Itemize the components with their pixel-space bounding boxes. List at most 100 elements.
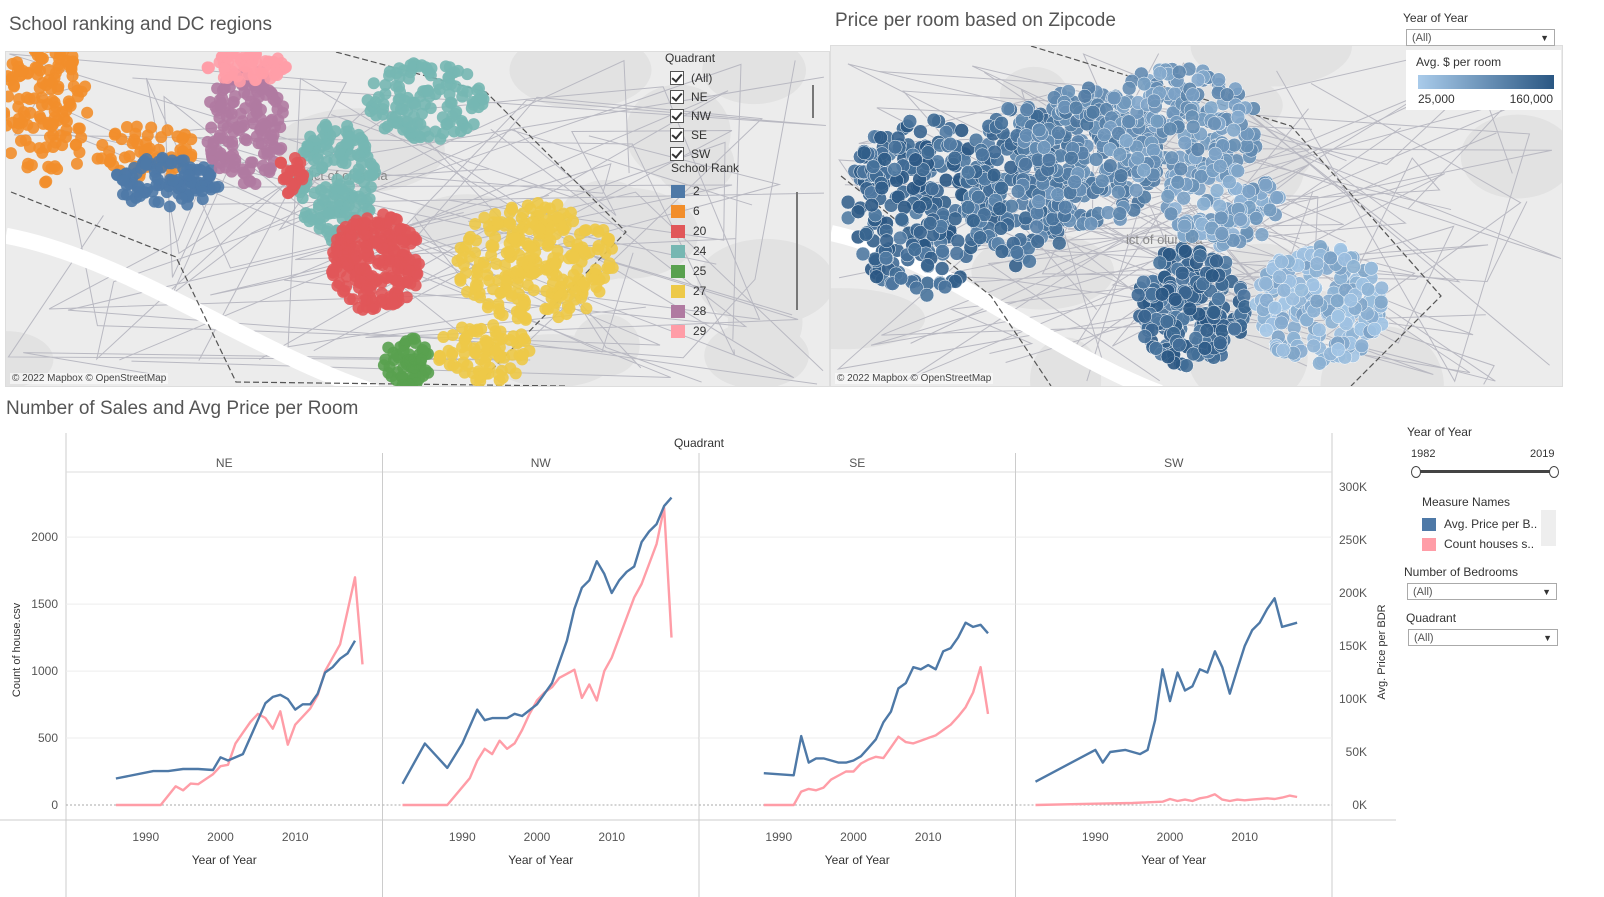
school-point[interactable]	[267, 129, 280, 142]
price-point[interactable]	[1312, 356, 1327, 371]
price-point[interactable]	[864, 197, 879, 213]
school-point[interactable]	[393, 62, 406, 75]
school-point[interactable]	[281, 165, 294, 178]
price-point[interactable]	[1031, 194, 1046, 209]
school-point[interactable]	[464, 230, 477, 243]
school-point[interactable]	[425, 62, 438, 75]
price-point[interactable]	[1309, 293, 1325, 309]
price-point[interactable]	[1163, 206, 1179, 222]
school-point[interactable]	[533, 223, 546, 236]
school-point[interactable]	[551, 211, 564, 224]
price-point[interactable]	[1052, 235, 1067, 251]
school-point[interactable]	[355, 157, 368, 170]
checkbox-icon[interactable]	[670, 108, 684, 123]
school-point[interactable]	[277, 100, 290, 113]
school-point[interactable]	[508, 232, 521, 245]
school-point[interactable]	[229, 153, 242, 166]
school-point[interactable]	[312, 202, 325, 215]
school-point[interactable]	[446, 329, 459, 342]
price-point[interactable]	[1259, 323, 1274, 338]
school-point[interactable]	[486, 240, 499, 253]
price-point[interactable]	[1097, 127, 1112, 143]
price-point[interactable]	[1248, 211, 1264, 226]
school-point[interactable]	[367, 77, 380, 90]
price-point[interactable]	[1212, 335, 1228, 350]
series-line-avg-price-sw[interactable]	[1034, 597, 1298, 783]
price-point[interactable]	[1275, 342, 1291, 358]
school-point[interactable]	[36, 146, 49, 159]
price-point[interactable]	[1085, 105, 1101, 120]
school-point[interactable]	[377, 359, 390, 372]
school-point[interactable]	[494, 287, 507, 300]
school-point[interactable]	[494, 325, 507, 338]
price-point[interactable]	[1064, 150, 1079, 166]
price-point[interactable]	[1152, 255, 1168, 270]
school-point[interactable]	[341, 136, 354, 149]
price-point[interactable]	[1274, 254, 1289, 270]
price-point[interactable]	[1211, 72, 1226, 87]
price-point[interactable]	[1241, 184, 1257, 199]
price-point[interactable]	[856, 145, 872, 161]
price-point[interactable]	[924, 181, 940, 197]
school-point[interactable]	[320, 138, 333, 151]
school-point[interactable]	[484, 224, 497, 237]
school-point[interactable]	[540, 284, 553, 297]
school-point[interactable]	[372, 254, 385, 267]
school-point[interactable]	[403, 253, 416, 266]
school-point[interactable]	[578, 224, 591, 237]
price-point[interactable]	[1121, 114, 1137, 129]
price-point[interactable]	[1170, 174, 1186, 190]
price-point[interactable]	[1213, 158, 1228, 174]
school-point[interactable]	[395, 222, 408, 235]
price-point[interactable]	[1173, 161, 1188, 177]
price-point[interactable]	[1174, 265, 1190, 281]
school-point[interactable]	[214, 101, 227, 114]
school-point[interactable]	[456, 321, 469, 334]
school-point[interactable]	[522, 240, 535, 253]
school-point[interactable]	[505, 289, 518, 302]
school-point[interactable]	[146, 185, 159, 198]
school-point[interactable]	[602, 232, 615, 245]
school-point[interactable]	[415, 107, 428, 120]
price-point[interactable]	[1262, 202, 1278, 218]
school-point[interactable]	[256, 159, 269, 172]
school-point[interactable]	[134, 190, 147, 203]
school-point[interactable]	[358, 293, 371, 306]
price-point[interactable]	[986, 167, 1002, 183]
school-point[interactable]	[451, 254, 464, 267]
price-point[interactable]	[1197, 341, 1213, 356]
school-point[interactable]	[73, 146, 86, 159]
price-point[interactable]	[1199, 323, 1215, 338]
school-point[interactable]	[355, 193, 368, 206]
school-point[interactable]	[108, 128, 121, 141]
school-point[interactable]	[404, 58, 417, 71]
price-point[interactable]	[1019, 128, 1034, 143]
school-point[interactable]	[96, 138, 109, 151]
price-point[interactable]	[1207, 116, 1222, 131]
price-point[interactable]	[926, 112, 942, 128]
school-point[interactable]	[563, 302, 576, 315]
school-point[interactable]	[469, 217, 482, 230]
school-point[interactable]	[245, 53, 258, 66]
school-point[interactable]	[14, 134, 27, 147]
price-point[interactable]	[1258, 177, 1273, 193]
price-point[interactable]	[994, 180, 1009, 196]
school-point[interactable]	[151, 173, 164, 186]
quadrant-option-se[interactable]: SE	[670, 125, 805, 144]
price-point[interactable]	[1272, 269, 1287, 285]
school-point[interactable]	[370, 237, 383, 250]
price-point[interactable]	[993, 221, 1009, 236]
price-point[interactable]	[1182, 301, 1198, 317]
school-point[interactable]	[507, 330, 520, 343]
price-point[interactable]	[1205, 268, 1220, 283]
price-point[interactable]	[1178, 244, 1193, 259]
price-point[interactable]	[1112, 147, 1128, 162]
school-point[interactable]	[458, 347, 471, 360]
school-point[interactable]	[123, 150, 136, 163]
price-point[interactable]	[935, 244, 950, 259]
school-point[interactable]	[459, 266, 472, 279]
school-point[interactable]	[36, 52, 49, 65]
school-rank-item[interactable]: 24	[671, 241, 791, 261]
school-point[interactable]	[544, 234, 557, 247]
school-point[interactable]	[208, 181, 221, 194]
